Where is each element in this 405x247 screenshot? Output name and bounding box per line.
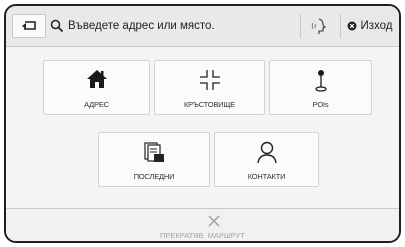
poi-pin-icon (314, 70, 327, 92)
tile-intersection[interactable]: КРЪСТОВИЩЕ (154, 60, 265, 115)
navigation-destination-screen: Въведете адрес или място. Изход АДРЕС КР… (4, 4, 401, 243)
cancel-route-button[interactable]: ПРЕКРАТЯВ. МАРШРУТ (6, 208, 399, 241)
voice-input-button[interactable] (300, 14, 339, 38)
tile-recent[interactable]: ПОСЛЕДНИ (98, 132, 210, 187)
tile-label: КОНТАКТИ (247, 172, 286, 181)
tile-pois[interactable]: POIs (269, 60, 372, 115)
back-button[interactable] (12, 14, 46, 38)
recent-icon (144, 142, 164, 162)
back-arrow-icon (22, 21, 36, 30)
exit-label: Изход (360, 20, 393, 32)
voice-input-icon (311, 18, 327, 34)
search-input[interactable]: Въведете адрес или място. (50, 14, 298, 38)
exit-icon (347, 21, 357, 31)
tile-label: КРЪСТОВИЩЕ (184, 100, 235, 109)
home-icon (86, 70, 107, 88)
cancel-route-label: ПРЕКРАТЯВ. МАРШРУТ (160, 231, 245, 240)
tile-address[interactable]: АДРЕС (43, 60, 150, 115)
search-icon (50, 19, 64, 33)
tile-label: АДРЕС (84, 100, 109, 109)
top-bar: Въведете адрес или място. Изход (6, 6, 399, 47)
exit-button[interactable]: Изход (340, 14, 399, 38)
tile-label: POIs (312, 100, 329, 109)
close-icon (208, 215, 220, 227)
contacts-icon (256, 141, 277, 164)
search-placeholder: Въведете адрес или място. (68, 20, 215, 32)
tile-contacts[interactable]: КОНТАКТИ (214, 132, 319, 187)
tile-label: ПОСЛЕДНИ (133, 172, 175, 181)
intersection-icon (199, 70, 220, 90)
